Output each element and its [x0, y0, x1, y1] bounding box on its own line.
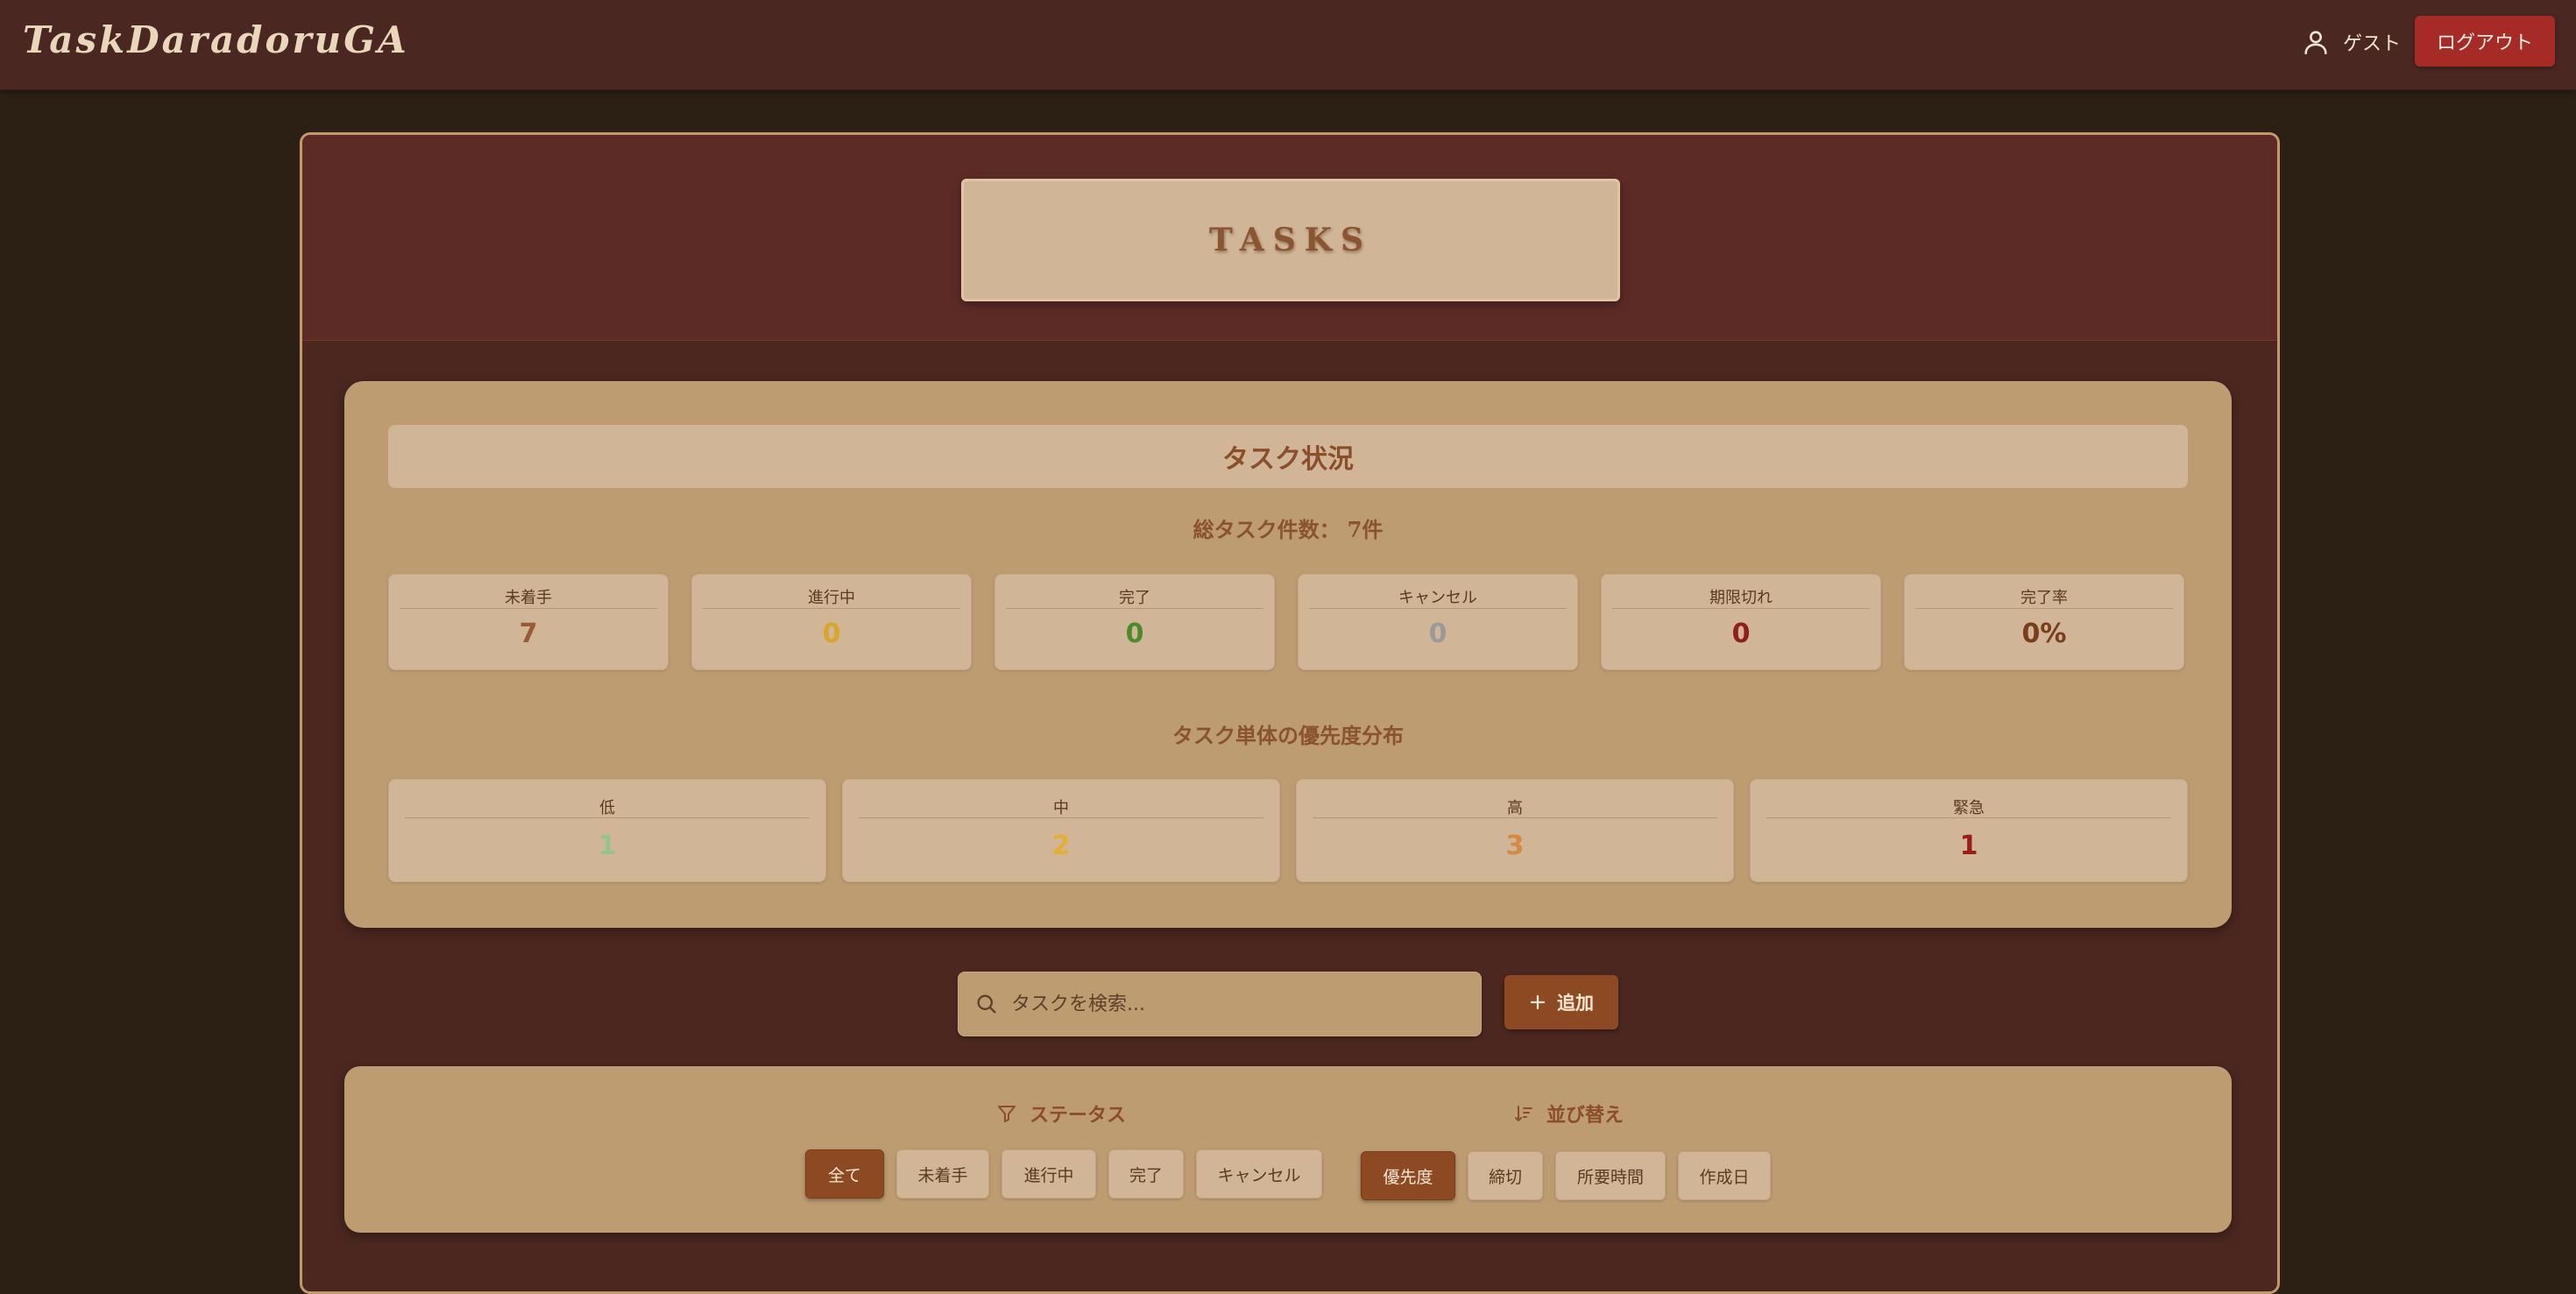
total-label: 総タスク件数： — [1192, 517, 1341, 542]
priority-high: 高 3 — [1296, 779, 1734, 882]
divider — [1612, 608, 1870, 609]
stat-cancelled: キャンセル 0 — [1298, 574, 1578, 670]
add-task-button[interactable]: 追加 — [1504, 975, 1618, 1029]
total-task-count: 総タスク件数： 7件 — [344, 513, 2232, 543]
sort-deadline[interactable]: 締切 — [1468, 1151, 1543, 1200]
priority-value: 1 — [598, 831, 617, 861]
priority-label: 中 — [1053, 799, 1069, 817]
priority-label: 低 — [599, 799, 615, 817]
priority-stats: 低 1 中 2 高 3 緊急 1 — [388, 779, 2190, 882]
sort-heading: 並び替え — [1513, 1100, 1624, 1128]
priority-label: 緊急 — [1953, 799, 1985, 817]
search-box — [958, 972, 1482, 1036]
priority-value: 2 — [1051, 831, 1071, 861]
sort-priority[interactable]: 優先度 — [1361, 1151, 1455, 1200]
status-filter-label: ステータス — [1030, 1105, 1127, 1127]
status-stats: 未着手 7 進行中 0 完了 0 キャンセル 0 期限切れ 0 完了率 0% — [388, 574, 2190, 670]
priority-value: 1 — [1959, 831, 1978, 861]
user-icon — [2304, 31, 2327, 55]
status-filter-in-progress[interactable]: 進行中 — [1001, 1149, 1096, 1199]
priority-low: 低 1 — [388, 779, 826, 882]
stat-overdue: 期限切れ 0 — [1601, 574, 1881, 670]
stat-label: 進行中 — [808, 589, 855, 607]
sort-created-date[interactable]: 作成日 — [1678, 1151, 1771, 1200]
stat-value: 0 — [1731, 619, 1751, 649]
stat-value: 0 — [1125, 619, 1144, 649]
priority-label: 高 — [1507, 799, 1523, 817]
top-bar: TaskDaradoruGA ゲスト ログアウト — [0, 0, 2576, 90]
divider — [1006, 608, 1263, 609]
panel-header: TASKS — [302, 135, 2277, 341]
sort-duration[interactable]: 所要時間 — [1555, 1151, 1666, 1200]
stat-value: 7 — [519, 619, 538, 649]
priority-medium: 中 2 — [842, 779, 1280, 882]
status-filter-heading: ステータス — [996, 1100, 1126, 1128]
stat-value: 0% — [2021, 619, 2067, 649]
status-filter-not-started[interactable]: 未着手 — [896, 1149, 989, 1199]
search-input[interactable] — [1009, 972, 1468, 1036]
divider — [1915, 608, 2173, 609]
status-filter-cancelled[interactable]: キャンセル — [1196, 1149, 1322, 1199]
divider — [405, 817, 810, 818]
stat-in-progress: 進行中 0 — [691, 574, 972, 670]
search-icon — [977, 994, 996, 1014]
divider — [1313, 817, 1717, 818]
add-button-label: 追加 — [1557, 993, 1594, 1014]
main-panel: TASKS タスク状況 総タスク件数： 7件 未着手 7 進行中 0 完了 0 … — [300, 132, 2280, 1294]
stat-label: 完了 — [1119, 589, 1150, 607]
user-name: ゲスト — [2343, 33, 2402, 55]
stat-label: 期限切れ — [1709, 589, 1773, 607]
logout-button[interactable]: ログアウト — [2415, 16, 2555, 67]
page-title-plaque: TASKS — [961, 179, 1620, 301]
status-filter-all[interactable]: 全て — [805, 1149, 884, 1199]
stat-not-started: 未着手 7 — [388, 574, 669, 670]
sort-icon — [1515, 1106, 1532, 1122]
divider — [400, 608, 657, 609]
sort-label: 並び替え — [1546, 1105, 1624, 1127]
status-header: タスク状況 — [388, 425, 2188, 488]
user-menu[interactable]: ゲスト — [2301, 23, 2401, 61]
stat-completed: 完了 0 — [994, 574, 1275, 670]
total-value: 7件 — [1347, 517, 1384, 542]
stat-value: 0 — [1428, 619, 1447, 649]
stat-label: 完了率 — [2020, 589, 2068, 607]
filter-icon — [998, 1106, 1016, 1122]
priority-value: 3 — [1505, 831, 1525, 861]
stat-value: 0 — [822, 619, 841, 649]
filter-sort-card: ステータス 並び替え 全て 未着手 進行中 完了 キャンセル 優先度 締切 所要… — [344, 1066, 2232, 1233]
divider — [703, 608, 960, 609]
divider — [859, 817, 1263, 818]
task-status-card: タスク状況 総タスク件数：7件 未着手 7 進行中 0 完了 0 キャンセル — [344, 381, 2232, 928]
divider — [1309, 608, 1567, 609]
app-logo[interactable]: TaskDaradoruGA — [23, 12, 409, 68]
divider — [1766, 817, 2171, 818]
priority-urgent: 緊急 1 — [1750, 779, 2188, 882]
status-filter-completed[interactable]: 完了 — [1108, 1149, 1184, 1199]
page-title: TASKS — [1208, 222, 1373, 258]
plus-icon — [1530, 994, 1546, 1010]
stat-completion-rate: 完了率 0% — [1904, 574, 2184, 670]
status-title: タスク状況 — [1222, 444, 1354, 475]
stat-label: 未着手 — [505, 589, 552, 607]
stat-label: キャンセル — [1398, 589, 1477, 607]
priority-distribution-title: タスク単体の優先度分布 — [1172, 723, 1404, 748]
